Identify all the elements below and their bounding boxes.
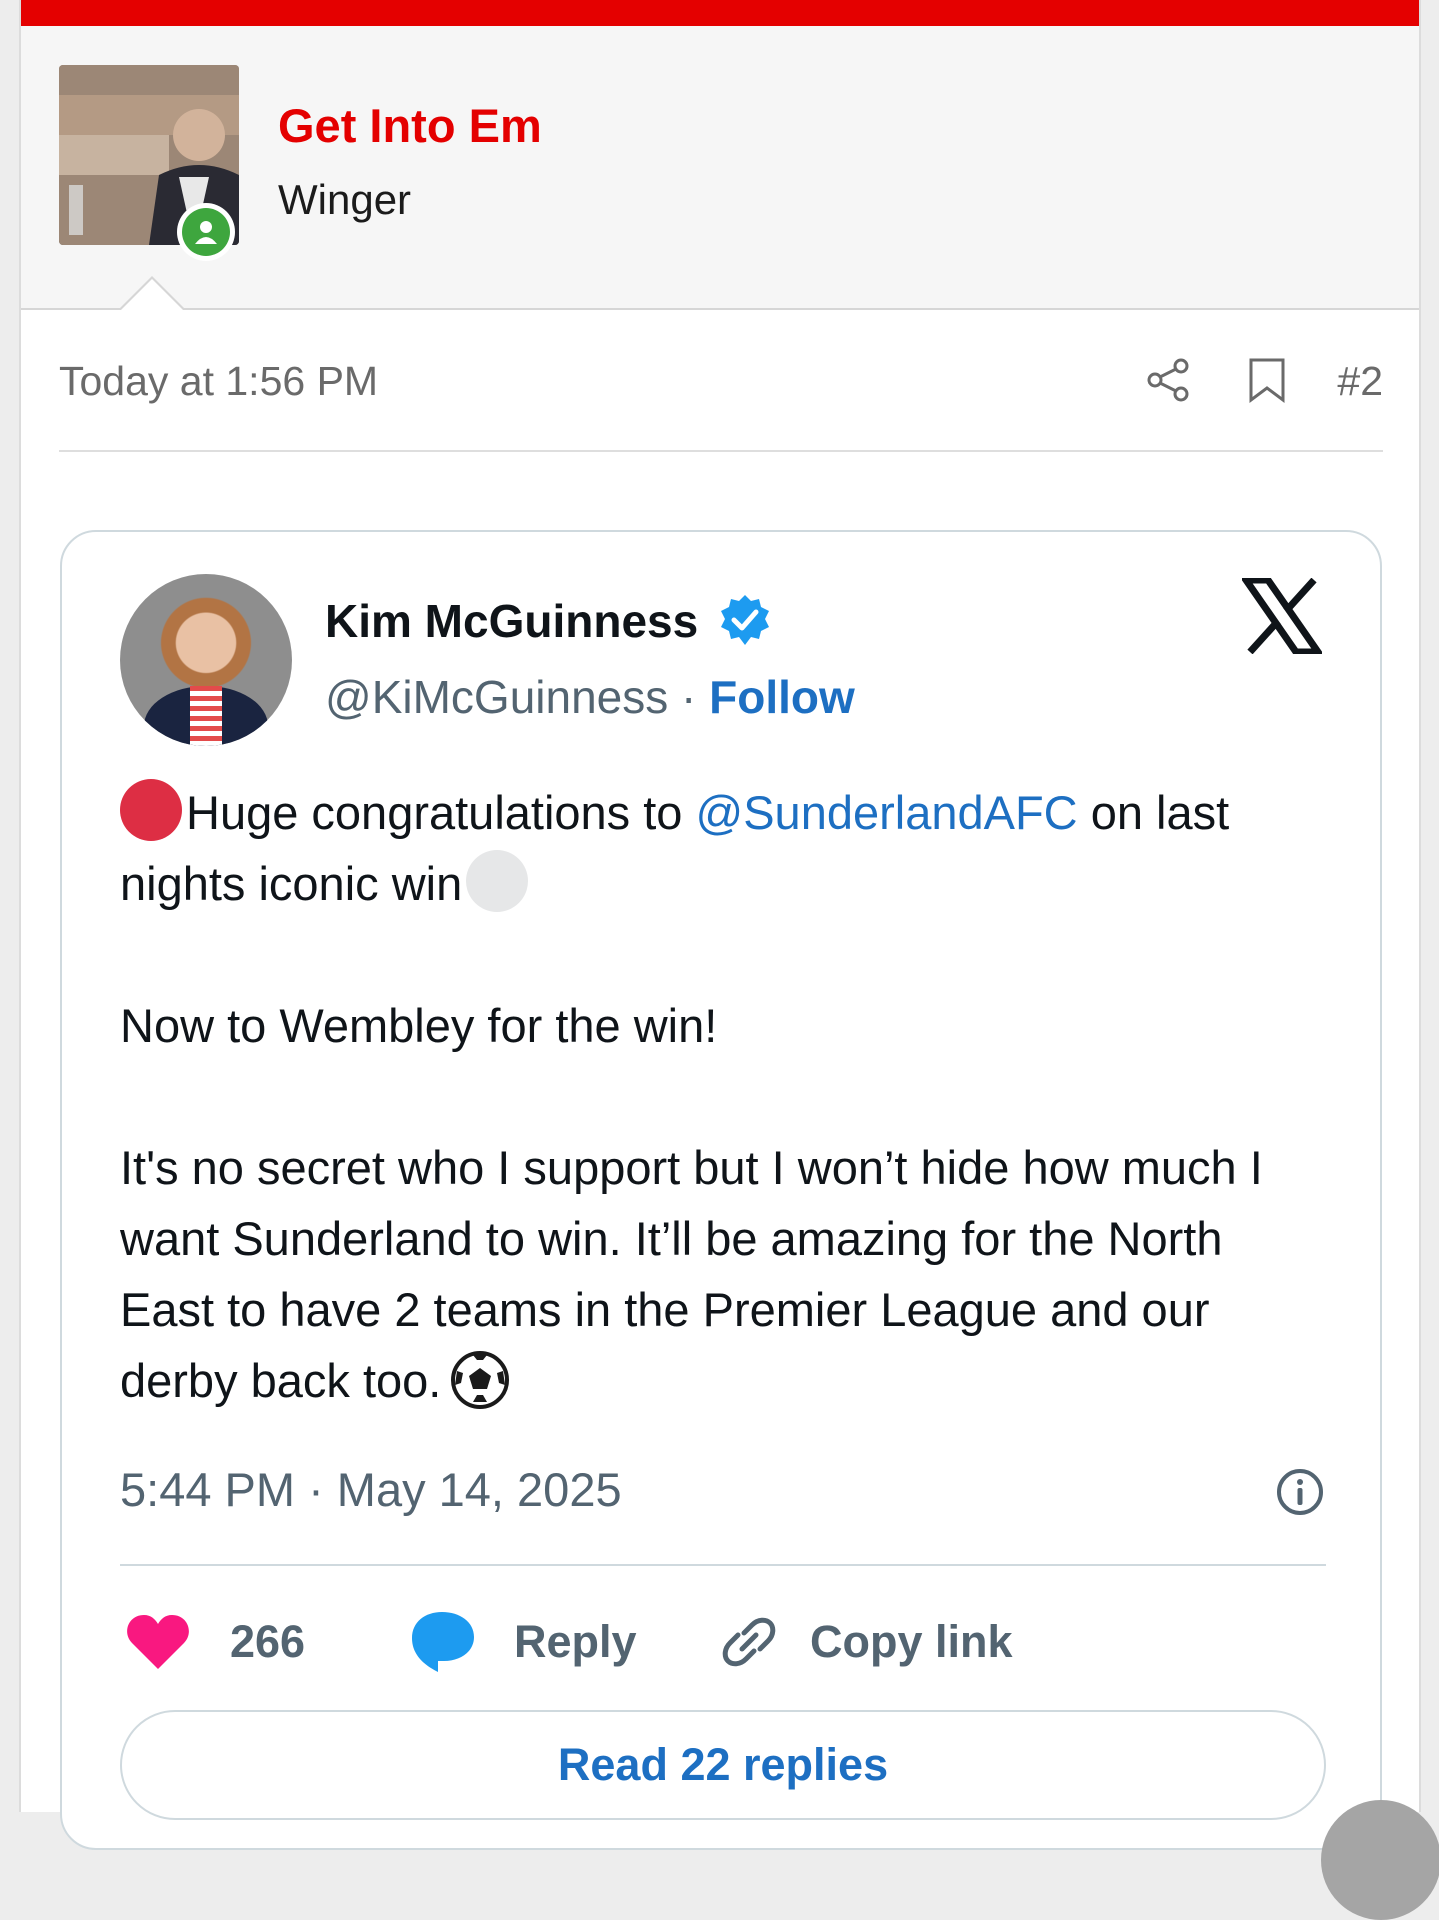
read-replies-button[interactable]: Read 22 replies [120, 1710, 1326, 1820]
tweet-author-handle-line: @KiMcGuinness · Follow [325, 670, 855, 724]
reply-bubble-icon [412, 1612, 474, 1672]
brand-top-bar [21, 0, 1419, 26]
x-logo-icon[interactable] [1239, 576, 1325, 656]
tweet-paragraph-3: It's no secret who I support but I won’t… [120, 1132, 1320, 1416]
tweet-divider [120, 1564, 1326, 1566]
reply-label: Reply [514, 1616, 637, 1667]
scroll-to-top-button[interactable] [1321, 1800, 1439, 1920]
avatar-shirt [190, 686, 222, 746]
share-icon[interactable] [1145, 356, 1193, 404]
forum-post: Get Into Em Winger Today at 1:56 PM #2 K… [19, 0, 1439, 1920]
online-status-icon [177, 203, 235, 261]
heart-icon [127, 1615, 189, 1669]
copy-link-label: Copy link [810, 1616, 1013, 1667]
post-username[interactable]: Get Into Em [278, 98, 542, 153]
embedded-tweet-card[interactable]: Kim McGuinness @KiMcGuinness · Follow Hu… [60, 530, 1382, 1850]
tweet-text: Huge congratulations to @SunderlandAFC o… [120, 777, 1320, 1416]
mention-link[interactable]: @SunderlandAFC [696, 786, 1078, 839]
info-icon[interactable] [1274, 1466, 1326, 1518]
post-timestamp[interactable]: Today at 1:56 PM [59, 358, 378, 405]
tweet-text-line1-before: Huge congratulations to [186, 786, 696, 839]
tweet-author-avatar[interactable] [120, 574, 292, 746]
link-icon [722, 1617, 776, 1667]
post-number-link[interactable]: #2 [1337, 358, 1383, 405]
like-count: 266 [230, 1616, 306, 1667]
verified-badge-icon [717, 593, 773, 649]
user-avatar-wrap[interactable] [59, 65, 239, 261]
post-user-header: Get Into Em Winger [21, 26, 1419, 310]
post-meta-bar: Today at 1:56 PM #2 [59, 348, 1383, 452]
red-circle-emoji [120, 779, 182, 841]
white-circle-emoji [466, 850, 529, 912]
handle-separator: · [681, 671, 697, 723]
copy-link-button[interactable]: Copy link [718, 1602, 1013, 1682]
tweet-paragraph-2: Now to Wembley for the win! [120, 999, 718, 1052]
reply-button[interactable]: Reply [408, 1602, 637, 1682]
tweet-author-name[interactable]: Kim McGuinness [325, 594, 698, 648]
tweet-paragraph-1: Huge congratulations to @SunderlandAFC o… [120, 777, 1320, 919]
tweet-text-para3: It's no secret who I support but I won’t… [120, 1141, 1263, 1407]
tweet-actions: 266 Reply Copy link [120, 1602, 1326, 1682]
like-button[interactable]: 266 [126, 1602, 305, 1682]
bookmark-icon[interactable] [1245, 356, 1289, 404]
follow-button[interactable]: Follow [709, 671, 855, 723]
header-pointer-fill [120, 279, 184, 311]
soccer-ball-emoji [449, 1349, 511, 1411]
user-title: Winger [278, 176, 412, 223]
tweet-handle[interactable]: @KiMcGuinness [325, 671, 668, 723]
tweet-date[interactable]: 5:44 PM · May 14, 2025 [120, 1462, 622, 1517]
